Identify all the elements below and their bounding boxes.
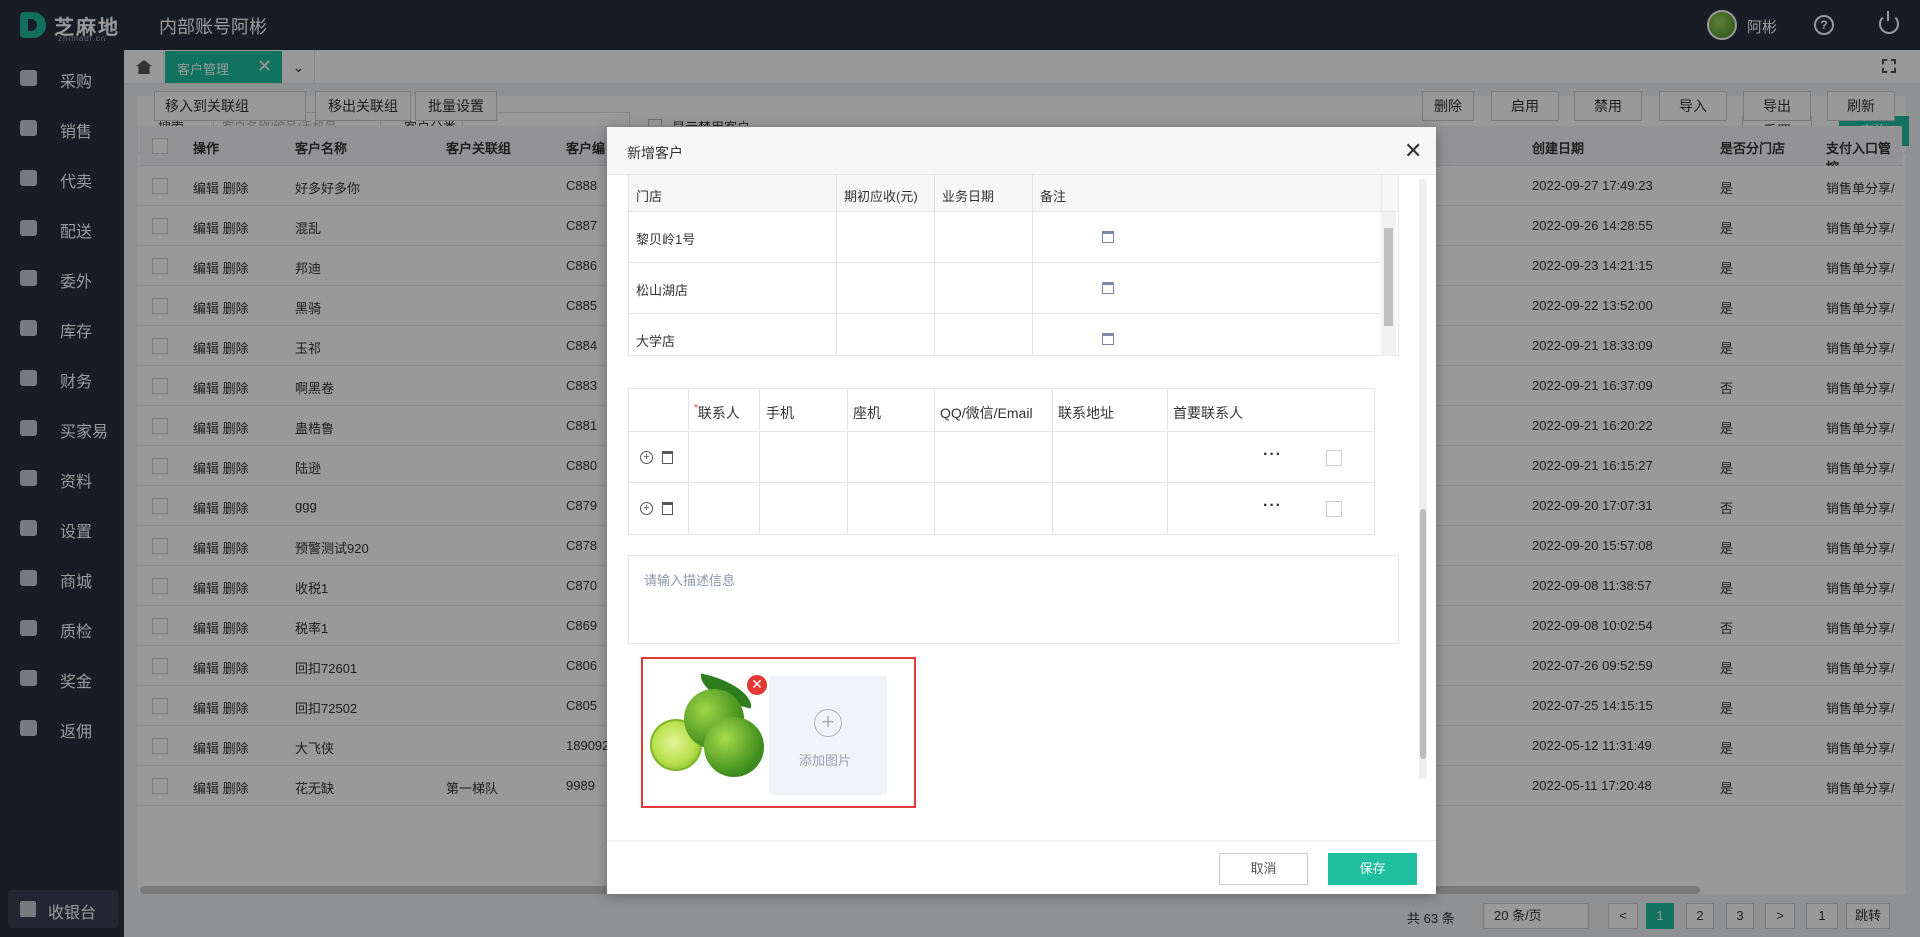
scrollbar-thumb[interactable] [1384, 228, 1393, 326]
column-divider [836, 175, 837, 356]
store-table-header: 门店 期初应收(元) 业务日期 备注 [629, 175, 1398, 212]
dialog-footer: 取消 保存 [607, 840, 1436, 894]
column-header-im: QQ/微信/Email [940, 405, 1033, 421]
column-header-primary: 首要联系人 [1173, 405, 1243, 421]
add-row-icon[interactable]: + [640, 502, 653, 515]
more-icon[interactable]: ··· [1263, 497, 1282, 515]
column-header-address: 联系地址 [1058, 405, 1114, 421]
column-divider [759, 389, 760, 534]
column-divider [688, 389, 689, 534]
more-icon[interactable]: ··· [1263, 446, 1282, 464]
column-divider [1381, 175, 1382, 212]
store-name: 大学店 [636, 334, 676, 349]
store-row: 黎贝岭1号 [629, 212, 1381, 263]
calendar-icon[interactable] [1102, 282, 1114, 294]
contact-row: + ··· [629, 432, 1374, 483]
description-textarea[interactable]: 请输入描述信息 [628, 555, 1399, 644]
add-image-label: 添加图片 [799, 753, 852, 768]
lime-fruit [704, 717, 764, 777]
column-header-phone: 座机 [853, 405, 881, 421]
column-header-receivable: 期初应收(元) [844, 189, 918, 204]
cancel-button[interactable]: 取消 [1219, 853, 1308, 885]
description-placeholder: 请输入描述信息 [644, 573, 736, 588]
contact-header-label: 联系人 [697, 405, 740, 421]
contact-table: *联系人 手机 座机 QQ/微信/Email 联系地址 首要联系人 + ··· … [628, 388, 1375, 535]
column-header-date: 业务日期 [942, 189, 995, 204]
close-icon[interactable]: ✕ [1404, 138, 1422, 164]
uploaded-image-limes[interactable] [648, 673, 768, 779]
store-row: 大学店 [629, 314, 1381, 365]
remove-image-icon[interactable]: ✕ [747, 675, 767, 695]
save-button[interactable]: 保存 [1328, 853, 1417, 885]
add-row-icon[interactable]: + [640, 451, 653, 464]
trash-icon[interactable] [662, 502, 673, 515]
store-receivable-table: 门店 期初应收(元) 业务日期 备注 黎贝岭1号 松山湖店 大学店 [628, 175, 1399, 356]
contact-row: + ··· [629, 483, 1374, 534]
store-name: 黎贝岭1号 [636, 232, 696, 247]
column-header-store: 门店 [636, 189, 663, 204]
dialog-body: 门店 期初应收(元) 业务日期 备注 黎贝岭1号 松山湖店 大学店 *联系人 手… [607, 175, 1436, 840]
column-header-note: 备注 [1040, 189, 1067, 204]
add-customer-dialog: 新增客户 ✕ 门店 期初应收(元) 业务日期 备注 黎贝岭1号 松山湖店 大学店 [607, 127, 1436, 894]
calendar-icon[interactable] [1102, 231, 1114, 243]
calendar-icon[interactable] [1102, 333, 1114, 345]
column-divider [1167, 389, 1168, 534]
add-image-button[interactable]: + 添加图片 [769, 676, 887, 795]
column-divider [1032, 175, 1033, 356]
dialog-scrollbar[interactable] [1419, 179, 1427, 779]
column-divider [934, 389, 935, 534]
column-header-contact: *联系人 [694, 403, 740, 423]
store-name: 松山湖店 [636, 283, 689, 298]
column-divider [847, 389, 848, 534]
primary-contact-checkbox[interactable] [1326, 450, 1342, 466]
dialog-header: 新增客户 ✕ [607, 127, 1436, 175]
image-upload-area: ✕ + 添加图片 [641, 657, 916, 808]
column-divider [1052, 389, 1053, 534]
primary-contact-checkbox[interactable] [1326, 501, 1342, 517]
contact-table-header: *联系人 手机 座机 QQ/微信/Email 联系地址 首要联系人 [629, 389, 1374, 432]
column-divider [934, 175, 935, 356]
dialog-title: 新增客户 [627, 145, 683, 161]
trash-icon[interactable] [662, 451, 673, 464]
store-row: 松山湖店 [629, 263, 1381, 314]
store-table-scrollbar[interactable] [1381, 212, 1396, 356]
scrollbar-thumb[interactable] [1420, 509, 1426, 759]
plus-circle-icon: + [814, 709, 842, 737]
column-header-mobile: 手机 [766, 405, 794, 421]
